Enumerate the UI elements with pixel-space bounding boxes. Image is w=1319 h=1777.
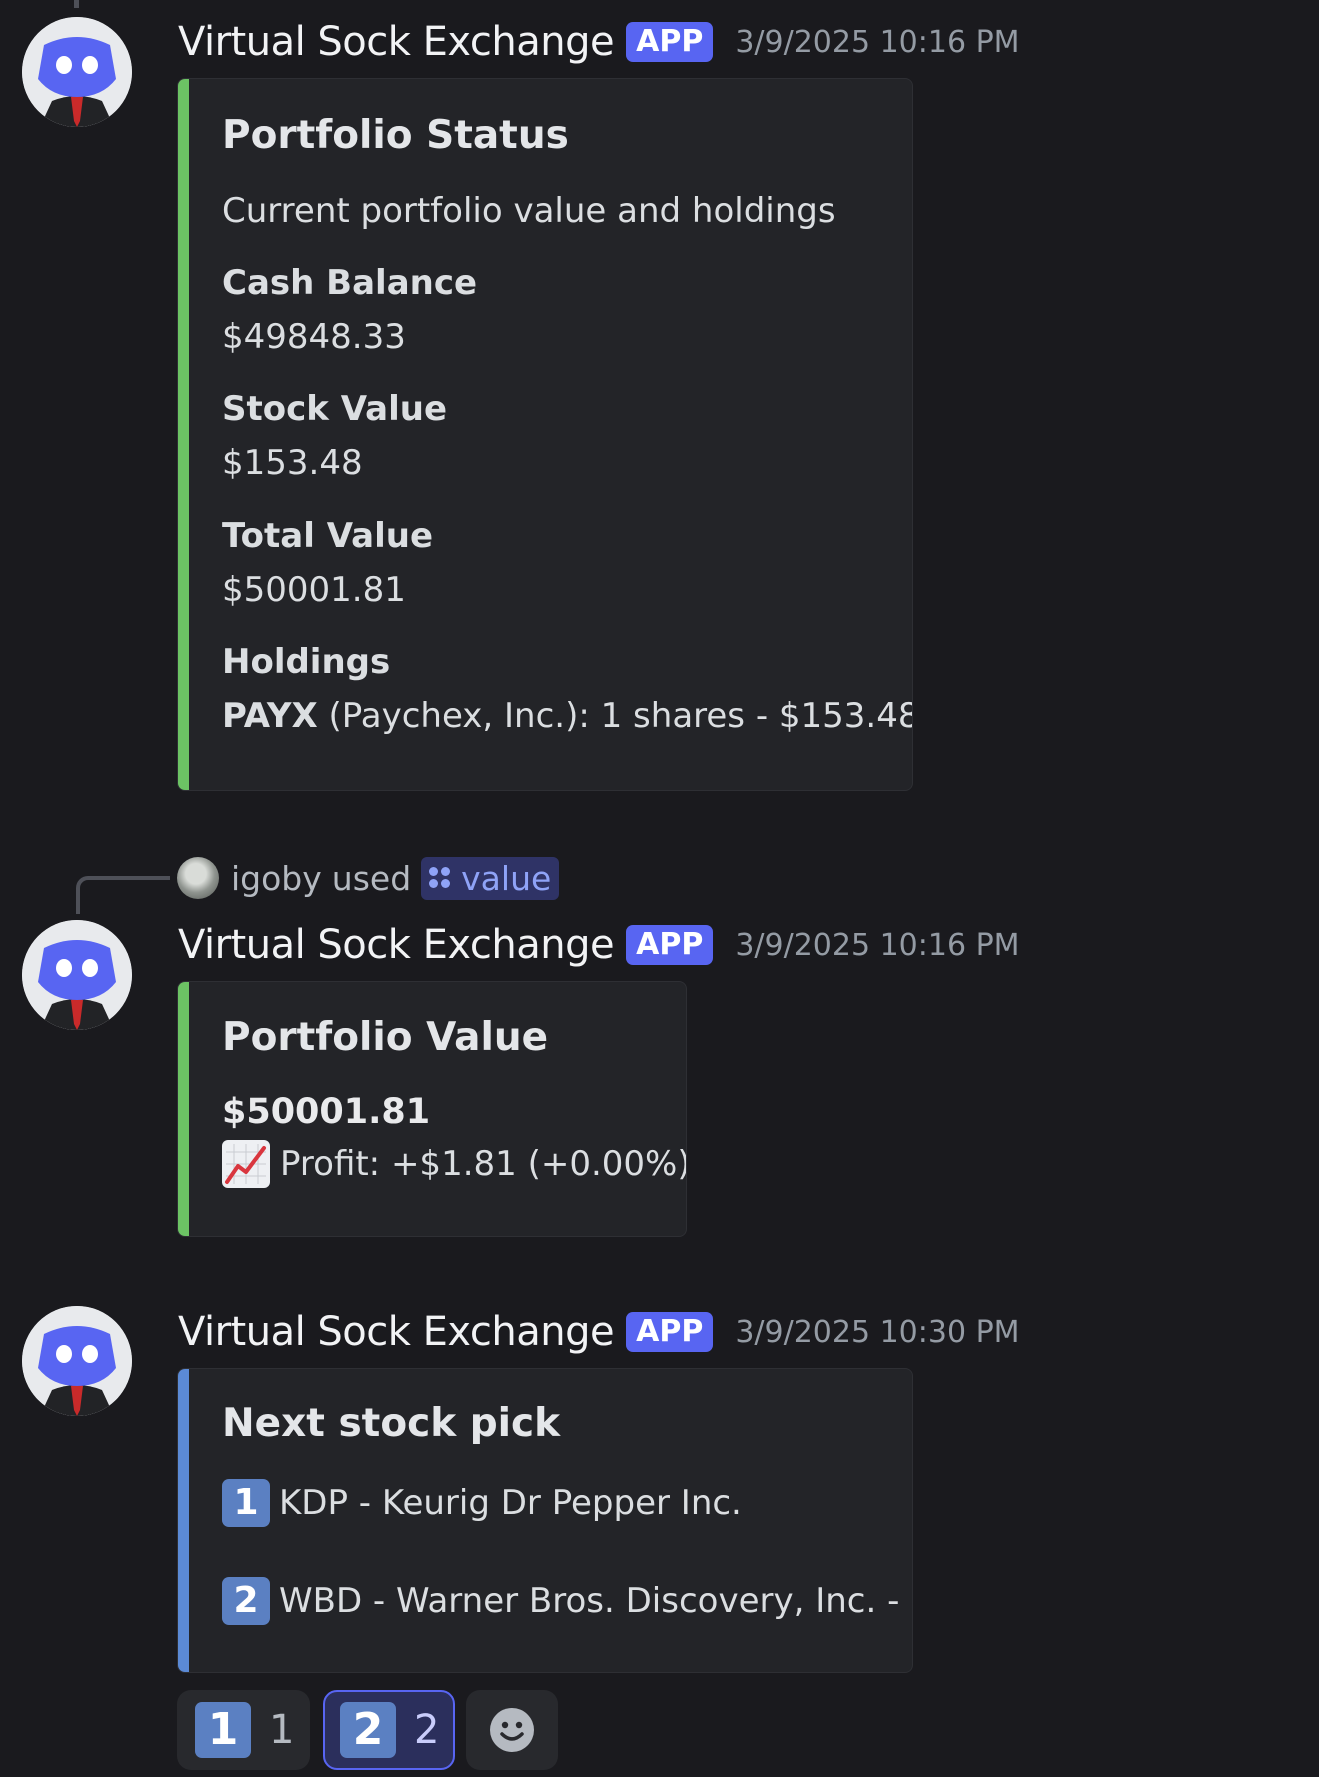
embed-description: Current portfolio value and holdings [222, 191, 836, 231]
embed-portfolio-value: Portfolio Value $50001.81 Profit: +$1.81… [177, 981, 687, 1237]
command-chip[interactable]: value [421, 856, 560, 900]
app-tag: APP [626, 22, 714, 62]
embed-title: Next stock pick [222, 1401, 561, 1446]
field-value-holdings: PAYX (Paychex, Inc.): 1 shares - $153.48 [222, 696, 913, 736]
keycap-2-icon: 2 [340, 1702, 396, 1758]
timestamp[interactable]: 3/9/2025 10:16 PM [735, 25, 1019, 60]
embed-portfolio-status: Portfolio Status Current portfolio value… [177, 78, 913, 791]
reaction-count: 1 [269, 1707, 295, 1753]
reply-used-text: used [331, 858, 412, 898]
embed-title: Portfolio Status [222, 113, 569, 158]
keycap-1-icon: 1 [195, 1702, 251, 1758]
field-name-stock-value: Stock Value [222, 389, 448, 429]
author-name[interactable]: Virtual Sock Exchange [178, 19, 615, 65]
reply-avatar[interactable] [177, 857, 219, 899]
message-1: Virtual Sock Exchange APP 3/9/2025 10:16… [0, 0, 1319, 800]
app-tag: APP [626, 1312, 714, 1352]
bot-avatar[interactable] [22, 1306, 132, 1416]
field-name-total-value: Total Value [222, 516, 434, 556]
message-2: igoby used value Virtual Sock Exchange A… [0, 850, 1319, 1250]
field-value-cash-balance: $49848.33 [222, 317, 406, 357]
embed-accent-bar [178, 982, 189, 1236]
bot-avatar[interactable] [22, 17, 132, 127]
add-reaction-button[interactable] [466, 1690, 558, 1770]
embed-title: Portfolio Value [222, 1015, 549, 1060]
holding-detail: (Paychex, Inc.): 1 shares - $153.48 [317, 696, 913, 736]
portfolio-total-value: $50001.81 [222, 1092, 431, 1132]
reply-username[interactable]: igoby [231, 859, 322, 898]
embed-accent-bar [178, 79, 189, 790]
embed-accent-bar [178, 1369, 189, 1672]
reply-connector [76, 876, 170, 914]
field-value-total-value: $50001.81 [222, 570, 406, 610]
author-name[interactable]: Virtual Sock Exchange [178, 922, 615, 968]
command-icon [427, 865, 453, 891]
stock-option-text: WBD - Warner Bros. Discovery, Inc. - [279, 1581, 900, 1621]
author-name[interactable]: Virtual Sock Exchange [178, 1309, 615, 1355]
field-name-cash-balance: Cash Balance [222, 263, 478, 303]
app-tag: APP [626, 925, 714, 965]
timestamp[interactable]: 3/9/2025 10:30 PM [735, 1315, 1019, 1350]
keycap-1-icon: 1 [222, 1479, 270, 1527]
profit-line: Profit: +$1.81 (+0.00%) [222, 1140, 687, 1188]
chart-increasing-icon [222, 1140, 270, 1188]
field-value-stock-value: $153.48 [222, 443, 363, 483]
stock-option-text: KDP - Keurig Dr Pepper Inc. [279, 1483, 742, 1523]
reaction-2[interactable]: 2 2 [323, 1690, 455, 1770]
timestamp[interactable]: 3/9/2025 10:16 PM [735, 928, 1019, 963]
field-name-holdings: Holdings [222, 642, 391, 682]
stock-option-1: 1 KDP - Keurig Dr Pepper Inc. [222, 1479, 742, 1527]
command-name: value [461, 858, 552, 898]
profit-text: Profit: +$1.81 (+0.00%) [280, 1144, 687, 1184]
embed-next-stock-pick: Next stock pick 1 KDP - Keurig Dr Pepper… [177, 1368, 913, 1673]
reply-context: igoby used value [177, 856, 560, 900]
keycap-2-icon: 2 [222, 1577, 270, 1625]
stock-option-2: 2 WBD - Warner Bros. Discovery, Inc. - [222, 1577, 899, 1625]
reaction-count: 2 [414, 1707, 440, 1753]
reaction-1[interactable]: 1 1 [177, 1690, 310, 1770]
bot-avatar[interactable] [22, 920, 132, 1030]
holding-ticker: PAYX [222, 696, 318, 736]
smiley-add-reaction-icon [488, 1706, 536, 1754]
